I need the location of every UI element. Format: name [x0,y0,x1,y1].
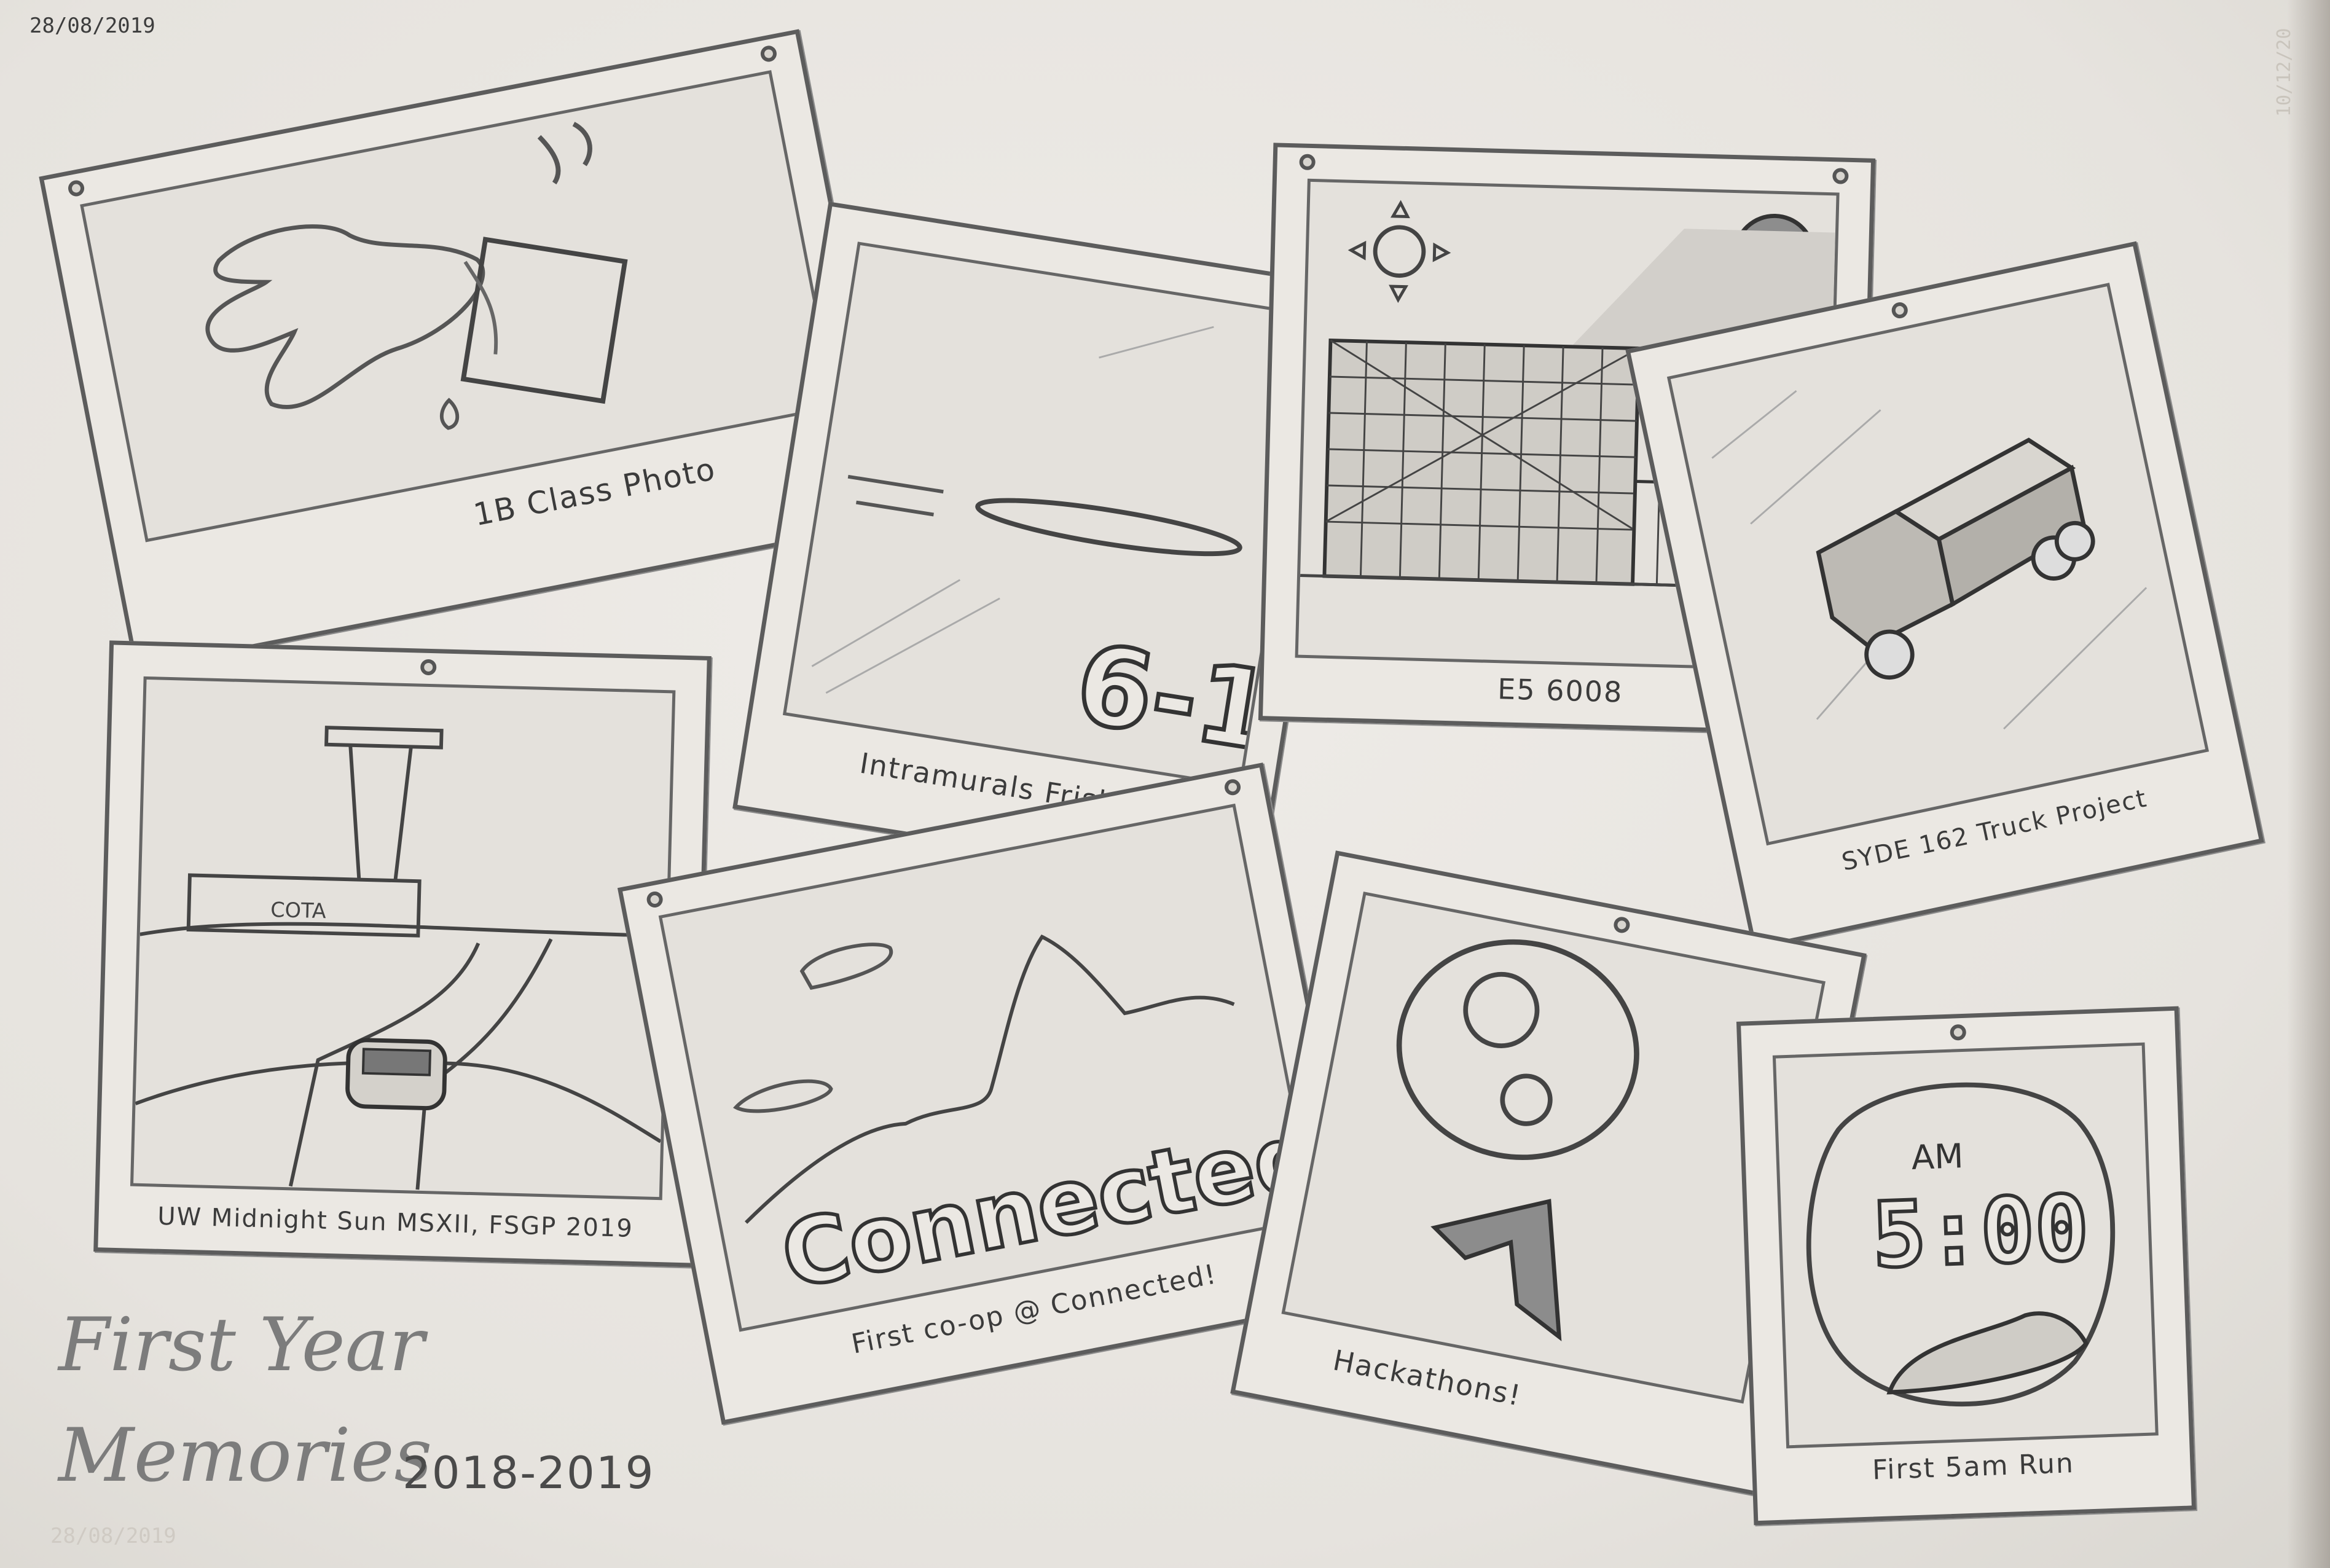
photo-caption: First 5am Run [1872,1448,2075,1486]
side-date-ghost: 10/12/20 [2273,28,2295,117]
sketch-date-ghost: 28/08/2019 [50,1524,176,1548]
photo-mountains: Connected [658,803,1316,1332]
alarm-clock-sketch: AM 5:00 [1806,1082,2116,1406]
running-shoe-icon [1886,1311,2089,1395]
heading-years: 2018-2019 [402,1447,655,1499]
frisbee-sketch: 6-1 [811,326,1284,778]
pin-icon [1832,168,1849,184]
pin-icon [759,44,779,63]
gear-icon [1463,971,1540,1048]
cota-sign: COTA [270,898,326,923]
pin-icon [1299,154,1316,171]
photo-caption: UW Midnight Sun MSXII, FSGP 2019 [157,1202,634,1243]
clock-period: AM [1911,1136,1964,1177]
pin-icon [645,890,664,909]
photo-alarm-clock: AM 5:00 [1772,1042,2159,1449]
clock-time: 5:00 [1870,1175,2091,1288]
polaroid-first-run: AM 5:00 First 5am Run [1736,1006,2197,1526]
gear-icon [1500,1073,1553,1126]
photo-frisbee: 6-1 [782,241,1317,788]
page-edge-shadow [2287,0,2330,1568]
pin-icon [1890,300,1910,320]
race-track-sketch: COTA [135,726,666,1190]
polaroid-midnight-sun: COTA UW Midnight Sun MSXII, FSGP 2019 [93,640,712,1268]
pin-icon [66,179,86,198]
pin-icon [420,659,437,676]
frisbee-score: 6-1 [1068,620,1281,775]
heading-first-year: First Year [58,1303,425,1388]
truck-sketch [1711,390,2148,730]
photo-truck [1666,283,2210,846]
pin-icon [1950,1024,1967,1041]
mountains-sketch: Connected [732,934,1312,1311]
sketch-date: 28/08/2019 [29,14,155,38]
photo-race-track: COTA [130,676,676,1201]
pin-icon [1223,777,1242,797]
heading-memories: Memories [58,1413,433,1499]
pin-icon [1612,915,1631,935]
